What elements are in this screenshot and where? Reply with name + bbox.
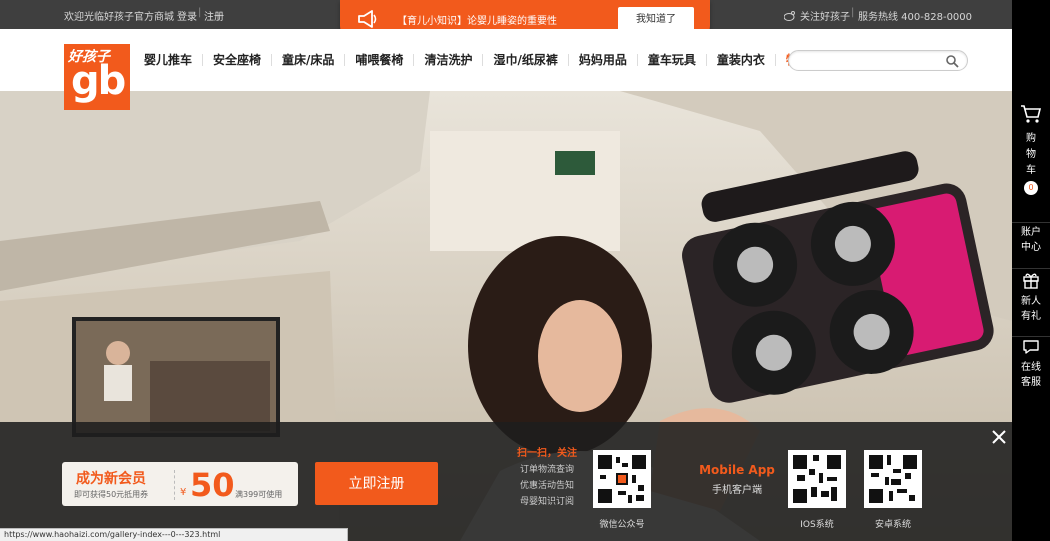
account-label: 账户 [1021, 227, 1041, 238]
logo[interactable]: 好孩子 gb [64, 44, 130, 110]
follow-weibo-link[interactable]: 关注好孩子 [784, 8, 850, 23]
cart-label-char: 物 [1026, 149, 1036, 160]
cart-button[interactable]: 购 物 车 0 [1012, 104, 1050, 197]
login-link[interactable]: 登录 [177, 8, 197, 23]
ios-qr-label: IOS系统 [800, 520, 834, 530]
new-user-gift-button[interactable]: 新人 有礼 [1012, 268, 1050, 324]
mobile-app-info: Mobile App 手机客户端 [697, 463, 777, 496]
online-service-button[interactable]: 在线 客服 [1012, 336, 1050, 390]
nav-crib-bedding[interactable]: 童床/床品 [272, 54, 346, 66]
coupon-card: 成为新会员 即可获得50元抵用券 ¥ 50 满399可使用 [62, 462, 298, 506]
account-label: 中心 [1021, 242, 1041, 253]
coupon-divider [174, 470, 175, 500]
divider: | [198, 7, 202, 18]
android-qr-code [864, 450, 922, 508]
search-icon[interactable] [945, 54, 959, 68]
nav-wipes-diapers[interactable]: 湿巾/纸尿裤 [483, 54, 569, 66]
cart-label-char: 购 [1026, 133, 1036, 144]
account-center-button[interactable]: 账户 中心 [1012, 222, 1050, 255]
divider: | [851, 7, 855, 18]
gift-icon [1023, 273, 1039, 289]
qr-code-icon [867, 453, 919, 505]
mobile-app-title: Mobile App [699, 463, 775, 477]
service-label: 在线 [1021, 362, 1041, 373]
nav-ride-on-toys[interactable]: 童车玩具 [638, 54, 707, 66]
register-link[interactable]: 注册 [204, 8, 224, 23]
main-nav: 婴儿推车 安全座椅 童床/床品 哺喂餐椅 清洁洗护 湿巾/纸尿裤 妈妈用品 童车… [134, 29, 820, 91]
gift-label: 新人 [1021, 296, 1041, 307]
qr-code-icon [791, 453, 843, 505]
nav-car-seat[interactable]: 安全座椅 [203, 54, 273, 66]
right-sidebar: 购 物 车 0 账户 中心 新人 有礼 在线 客服 [1012, 0, 1050, 541]
scan-line: 母婴知识订阅 [519, 497, 574, 507]
search-box[interactable] [788, 50, 968, 71]
scan-info: 扫一扫，关注 订单物流查询 优惠活动告知 母婴知识订阅 [512, 446, 582, 510]
status-bar-url: https://www.haohaizi.com/gallery-index--… [0, 528, 348, 541]
wechat-qr-label: 微信公众号 [599, 520, 645, 530]
cart-label: 购 物 车 [1012, 131, 1050, 179]
service-label: 客服 [1021, 377, 1041, 388]
hotline-text: 服务热线 400-828-0000 [858, 12, 973, 23]
nav-stroller[interactable]: 婴儿推车 [134, 54, 204, 66]
coupon-subtitle: 即可获得50元抵用券 [74, 490, 149, 499]
weibo-icon [784, 10, 795, 21]
nav-kids-clothing[interactable]: 童装内衣 [707, 54, 776, 66]
scan-line: 订单物流查询 [519, 465, 574, 475]
megaphone-icon [358, 10, 377, 28]
wechat-qr-code [593, 450, 651, 508]
gift-label: 有礼 [1021, 311, 1041, 322]
nav-cleaning-care[interactable]: 清洁洗护 [414, 54, 484, 66]
chat-icon [1023, 340, 1039, 354]
cart-label-char: 车 [1026, 165, 1036, 176]
coupon-amount: 50 [190, 466, 235, 504]
follow-label: 关注好孩子 [800, 12, 850, 23]
register-now-button[interactable]: 立即注册 [315, 462, 438, 505]
coupon-currency: ¥ [180, 487, 187, 498]
cart-count-badge: 0 [1024, 181, 1038, 195]
close-icon[interactable] [990, 428, 1008, 446]
scan-line: 优惠活动告知 [519, 481, 574, 491]
android-qr-label: 安卓系统 [874, 520, 911, 530]
scan-title: 扫一扫，关注 [517, 448, 577, 459]
logo-mark: gb [71, 58, 126, 104]
coupon-title: 成为新会员 [76, 471, 146, 487]
mobile-app-subtitle: 手机客户端 [712, 485, 762, 496]
coupon-condition: 满399可使用 [235, 490, 283, 499]
nav-mom-products[interactable]: 妈妈用品 [569, 54, 638, 66]
notice-text[interactable]: 【育儿小知识】论婴儿睡姿的重要性 [397, 12, 557, 27]
qr-code-icon [596, 453, 648, 505]
nav-feeding-chair[interactable]: 哺喂餐椅 [345, 54, 415, 66]
ios-qr-code [788, 450, 846, 508]
welcome-text: 欢迎光临好孩子官方商城 [64, 12, 174, 23]
cart-icon [1021, 105, 1042, 123]
